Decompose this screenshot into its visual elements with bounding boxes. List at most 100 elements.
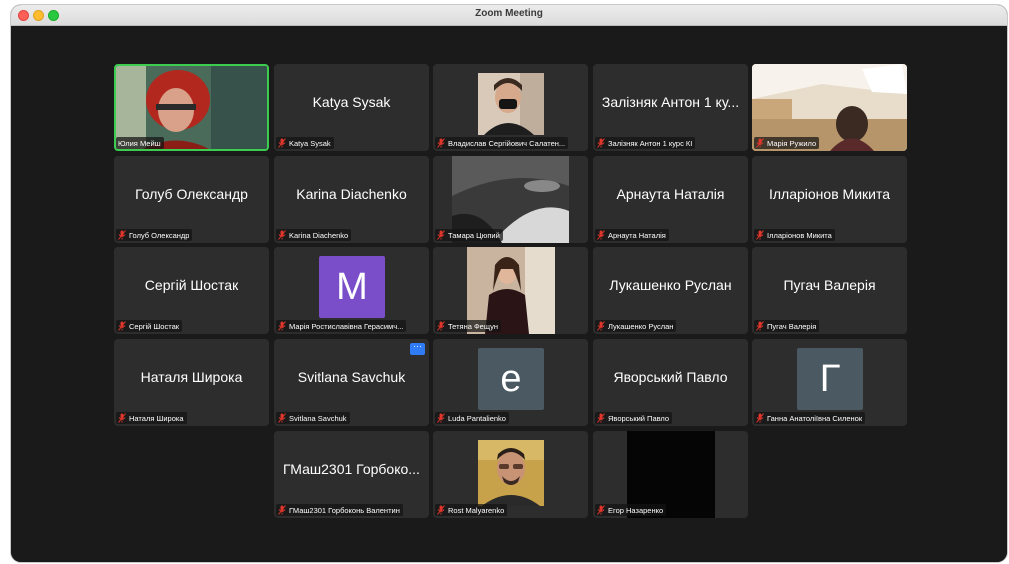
participant-tile[interactable]: Юлия Мейш: [114, 64, 269, 151]
participant-name: Тамара Цюпий: [448, 230, 500, 240]
participant-tile[interactable]: Тамара Цюпий: [433, 156, 588, 243]
participant-display-name: Пугач Валерія: [783, 277, 876, 293]
participant-tile[interactable]: Пугач Валерія Пугач Валерія: [752, 247, 907, 334]
mic-muted-icon: [597, 230, 605, 240]
participant-tile[interactable]: Karina Diachenko Karina Diachenko: [274, 156, 429, 243]
participant-display-name: Арнаута Наталія: [616, 186, 725, 202]
mic-muted-icon: [118, 230, 126, 240]
participant-display-name: Лукашенко Руслан: [609, 277, 732, 293]
participant-nameplate: Наталя Широка: [116, 412, 187, 424]
participant-tile[interactable]: ··· Svitlana Savchuk Svitlana Savchuk: [274, 339, 429, 426]
participant-name: Сергій Шостак: [129, 321, 180, 331]
participant-tile[interactable]: Залізняк Антон 1 ку... Залізняк Антон 1 …: [593, 64, 748, 151]
participant-nameplate: Пугач Валерія: [754, 320, 820, 332]
mic-muted-icon: [278, 413, 286, 423]
participant-display-name: Karina Diachenko: [296, 186, 407, 202]
participant-name: Залізняк Антон 1 курс КІ: [608, 138, 693, 148]
participant-tile[interactable]: M Марія Ростиславівна Герасимч...: [274, 247, 429, 334]
participant-name: Karina Diachenko: [289, 230, 349, 240]
participant-name: Наталя Широка: [129, 413, 184, 423]
participant-name: Егор Назаренко: [608, 505, 664, 515]
participant-tile[interactable]: Наталя Широка Наталя Широка: [114, 339, 269, 426]
mic-muted-icon: [118, 413, 126, 423]
participant-name: Пугач Валерія: [767, 321, 817, 331]
more-options-icon: ···: [413, 341, 422, 351]
participant-display-name: Яворський Павло: [613, 369, 728, 385]
participant-nameplate: Ганна Анатоліївна Силенок: [754, 412, 866, 424]
participant-name: Rost Malyarenko: [448, 505, 505, 515]
participant-nameplate: Luda Pantalienko: [435, 412, 509, 424]
participant-name: Владислав Сергійович Салатен...: [448, 138, 566, 148]
participant-nameplate: Юлия Мейш: [116, 137, 164, 149]
participant-name: Luda Pantalienko: [448, 413, 506, 423]
participant-nameplate: Владислав Сергійович Салатен...: [435, 137, 569, 149]
participant-nameplate: Марія Ростиславівна Герасимч...: [276, 320, 407, 332]
participant-nameplate: Егор Назаренко: [595, 504, 667, 516]
participant-nameplate: Ілларіонов Микита: [754, 229, 835, 241]
mic-muted-icon: [756, 321, 764, 331]
participant-tile[interactable]: Яворський Павло Яворський Павло: [593, 339, 748, 426]
participant-video: [478, 73, 544, 135]
participant-nameplate: Svitlana Savchuk: [276, 412, 350, 424]
participant-tile[interactable]: Г Ганна Анатоліївна Силенок: [752, 339, 907, 426]
participant-nameplate: Тамара Цюпий: [435, 229, 503, 241]
participant-name: Лукашенко Руслан: [608, 321, 674, 331]
participant-display-name: Голуб Олександр: [135, 186, 248, 202]
mic-muted-icon: [437, 138, 445, 148]
participant-nameplate: Марія Ружило: [754, 137, 820, 149]
more-options-button[interactable]: ···: [410, 341, 425, 355]
mic-muted-icon: [437, 321, 445, 331]
mic-muted-icon: [597, 413, 605, 423]
mic-muted-icon: [278, 138, 286, 148]
participant-nameplate: ГМаш2301 Горбоконь Валентин: [276, 504, 403, 516]
mic-muted-icon: [437, 505, 445, 515]
mic-muted-icon: [756, 230, 764, 240]
mic-muted-icon: [278, 321, 286, 331]
participant-display-name: Залізняк Антон 1 ку...: [601, 94, 740, 110]
mic-muted-icon: [437, 230, 445, 240]
participant-avatar: M: [319, 256, 385, 318]
participant-name: Тетяна Фещун: [448, 321, 498, 331]
participant-tile[interactable]: Лукашенко Руслан Лукашенко Руслан: [593, 247, 748, 334]
participant-nameplate: Karina Diachenko: [276, 229, 352, 241]
participant-tile[interactable]: Егор Назаренко: [593, 431, 748, 518]
participant-name: Юлия Мейш: [118, 138, 161, 148]
participant-tile[interactable]: Владислав Сергійович Салатен...: [433, 64, 588, 151]
mic-muted-icon: [278, 505, 286, 515]
participant-tile[interactable]: Тетяна Фещун: [433, 247, 588, 334]
participant-avatar: e: [478, 348, 544, 410]
participant-tile[interactable]: Ілларіонов Микита Ілларіонов Микита: [752, 156, 907, 243]
window-title: Zoom Meeting: [475, 8, 543, 19]
participant-tile[interactable]: ГМаш2301 Горбоко... ГМаш2301 Горбоконь В…: [274, 431, 429, 518]
participant-tile[interactable]: Арнаута Наталія Арнаута Наталія: [593, 156, 748, 243]
participant-nameplate: Тетяна Фещун: [435, 320, 501, 332]
participant-nameplate: Rost Malyarenko: [435, 504, 508, 516]
participant-tile[interactable]: Марія Ружило: [752, 64, 907, 151]
participant-avatar: Г: [797, 348, 863, 410]
gallery-view: Юлия Мейш Katya Sysak Katya Sysak Владис…: [11, 26, 1007, 562]
participant-nameplate: Арнаута Наталія: [595, 229, 669, 241]
participant-nameplate: Залізняк Антон 1 курс КІ: [595, 137, 696, 149]
participant-tile[interactable]: Сергій Шостак Сергій Шостак: [114, 247, 269, 334]
participant-nameplate: Голуб Олександр: [116, 229, 193, 241]
mic-muted-icon: [756, 413, 764, 423]
participant-name: Яворський Павло: [608, 413, 670, 423]
participant-tile[interactable]: e Luda Pantalienko: [433, 339, 588, 426]
participant-display-name: Ілларіонов Микита: [768, 186, 890, 202]
participant-name: Марія Ружило: [767, 138, 817, 148]
mic-muted-icon: [597, 505, 605, 515]
participant-name: Голуб Олександр: [129, 230, 190, 240]
participant-tile[interactable]: Katya Sysak Katya Sysak: [274, 64, 429, 151]
mic-muted-icon: [597, 138, 605, 148]
title-bar: Zoom Meeting: [11, 5, 1007, 26]
participant-nameplate: Сергій Шостак: [116, 320, 183, 332]
participant-video: [478, 440, 544, 506]
participant-tile[interactable]: Голуб Олександр Голуб Олександр: [114, 156, 269, 243]
participant-display-name: Наталя Широка: [140, 369, 243, 385]
participant-display-name: Svitlana Savchuk: [297, 369, 406, 385]
participant-name: Katya Sysak: [289, 138, 331, 148]
participant-tile[interactable]: Rost Malyarenko: [433, 431, 588, 518]
participant-nameplate: Яворський Павло: [595, 412, 673, 424]
mic-muted-icon: [437, 413, 445, 423]
mic-muted-icon: [756, 138, 764, 148]
